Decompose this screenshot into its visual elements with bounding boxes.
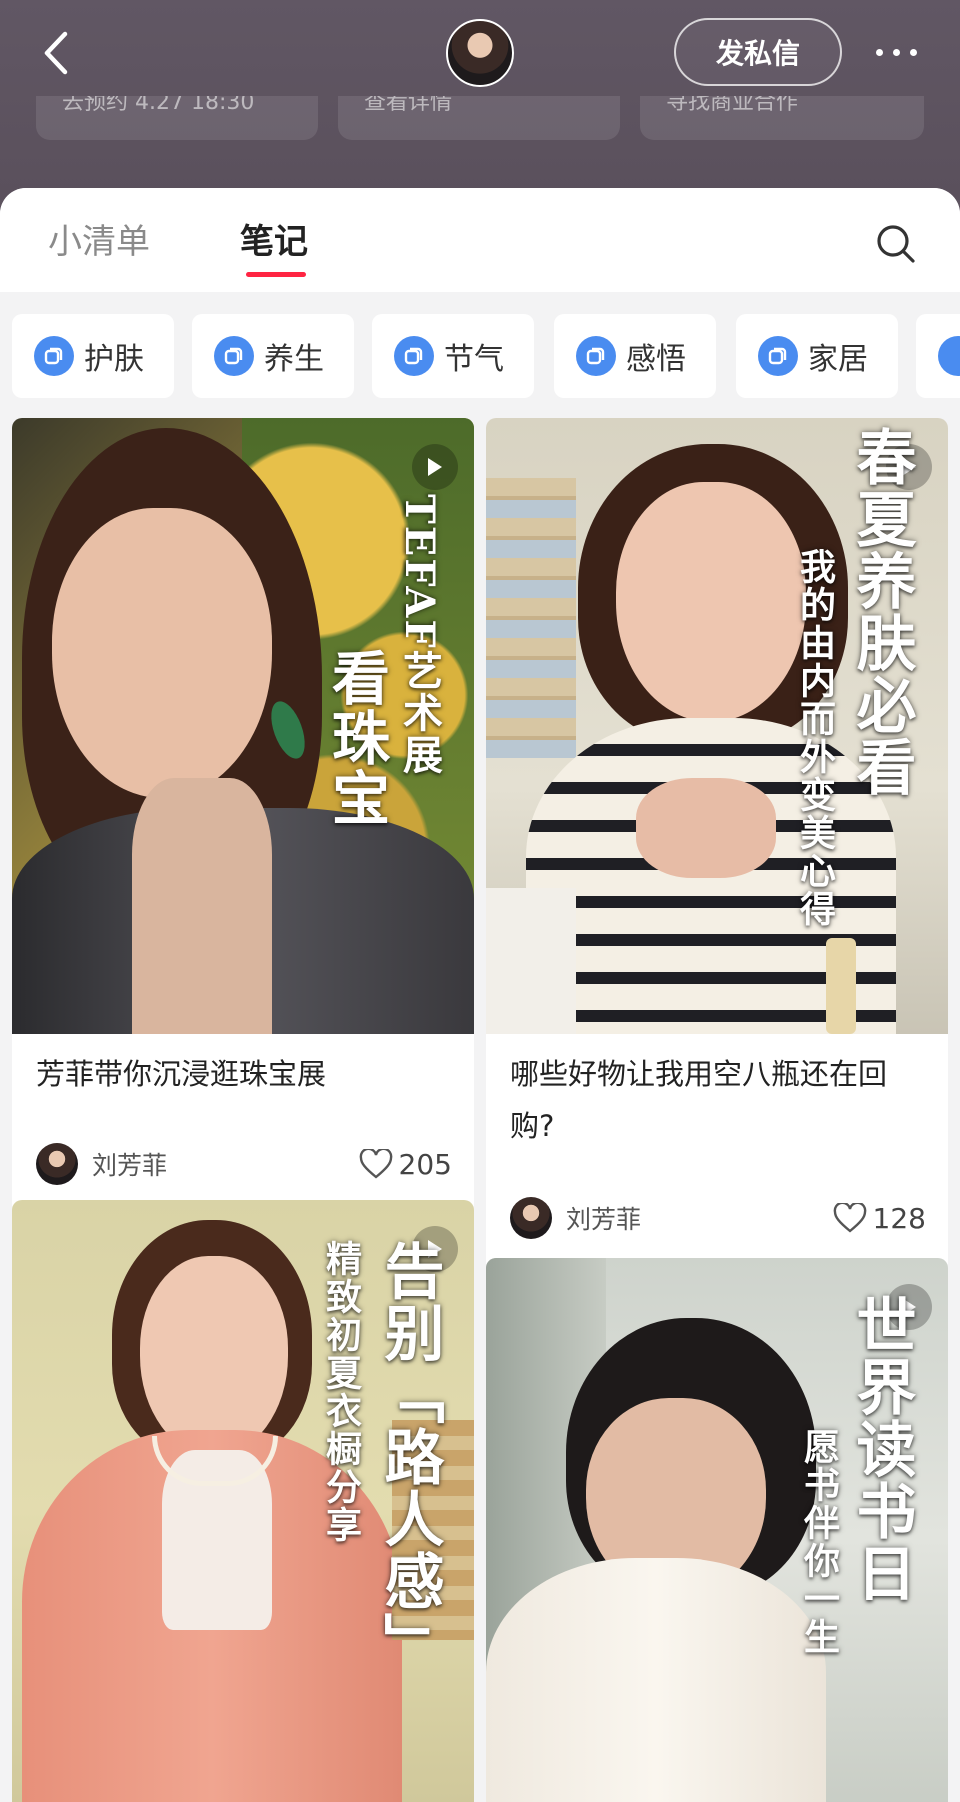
chip-reflections[interactable]: 感悟 — [554, 314, 716, 398]
note-title[interactable]: 哪些好物让我用空八瓶还在回购? — [510, 1048, 930, 1152]
search-icon — [877, 225, 915, 263]
chip-skincare[interactable]: 护肤 — [12, 314, 174, 398]
cover-subline: 愿书伴你一生 — [798, 1428, 839, 1656]
send-message-button[interactable]: 发私信 — [674, 18, 842, 86]
more-dot — [909, 48, 917, 56]
sweater-shape — [132, 778, 272, 1034]
note-card[interactable]: 告别「路人感」 精致初夏衣橱分享 — [12, 1200, 474, 1802]
author-avatar[interactable] — [36, 1143, 78, 1185]
chip-wellness[interactable]: 养生 — [192, 314, 354, 398]
video-play-icon — [412, 444, 458, 490]
face-shape — [616, 482, 806, 722]
tab-notes[interactable]: 笔记 — [240, 214, 308, 263]
cover-subline: TEFAF艺术展 — [396, 494, 443, 776]
note-card[interactable]: 春夏养肤必看 我的由内而外变美心得 哪些好物让我用空八瓶还在回购? 刘芳菲 12… — [486, 418, 948, 1272]
details-label: 查看详情 — [364, 96, 453, 115]
chip-home[interactable]: 家居 — [736, 314, 898, 398]
note-cover-image: 看珠宝 TEFAF艺术展 — [12, 418, 474, 1034]
note-footer: 刘芳菲 205 — [36, 1142, 452, 1186]
note-title[interactable]: 芳菲带你沉浸逛珠宝展 — [36, 1048, 456, 1100]
collection-icon — [938, 336, 960, 376]
like-count: 205 — [398, 1147, 452, 1181]
like-count: 128 — [872, 1201, 926, 1235]
collection-icon — [34, 336, 74, 376]
face-shape — [52, 508, 272, 798]
chip-label: 节气 — [444, 342, 504, 377]
chip-label: 护肤 — [84, 342, 144, 377]
cover-subline: 精致初夏衣橱分享 — [320, 1240, 361, 1544]
cover-headline: 看珠宝 — [322, 648, 390, 828]
chip-more[interactable] — [916, 314, 960, 398]
cover-headline: 世界读书日 — [846, 1294, 916, 1604]
shelf-shape — [486, 478, 576, 758]
note-cover-image: 告别「路人感」 精致初夏衣橱分享 — [12, 1200, 474, 1802]
like-button[interactable]: 128 — [833, 1202, 926, 1235]
booking-card[interactable]: 去预约 4.27 18:30 — [36, 96, 318, 140]
cover-headline: 告别「路人感」 — [374, 1240, 444, 1674]
more-dot — [875, 48, 883, 56]
tab-list[interactable]: 小清单 — [48, 214, 150, 263]
details-card[interactable]: 查看详情 — [338, 96, 620, 140]
author-name[interactable]: 刘芳菲 — [566, 1200, 833, 1236]
note-cover-image: 春夏养肤必看 我的由内而外变美心得 — [486, 418, 948, 1034]
more-dot — [892, 48, 900, 56]
active-tab-indicator — [246, 272, 306, 277]
chip-label: 感悟 — [626, 342, 686, 377]
note-card[interactable]: 看珠宝 TEFAF艺术展 芳菲带你沉浸逛珠宝展 刘芳菲 205 — [12, 418, 474, 1214]
collection-icon — [214, 336, 254, 376]
profile-header: 发私信 去预约 4.27 18:30 查看详情 寻找商业合作 — [0, 0, 960, 200]
note-cover-image: 世界读书日 愿书伴你一生 — [486, 1258, 948, 1802]
more-options-button[interactable] — [866, 30, 926, 74]
chevron-left-icon — [44, 31, 68, 75]
author-name[interactable]: 刘芳菲 — [92, 1146, 359, 1182]
back-button[interactable] — [36, 28, 76, 78]
avatar[interactable] — [446, 19, 514, 87]
heart-icon — [833, 1203, 866, 1233]
white-top-shape — [486, 1558, 826, 1802]
booking-label: 去预约 4.27 18:30 — [62, 96, 255, 115]
like-button[interactable]: 205 — [359, 1148, 452, 1181]
cover-subline: 我的由内而外变美心得 — [794, 548, 835, 928]
quick-actions: 去预约 4.27 18:30 查看详情 寻找商业合作 — [36, 96, 924, 140]
search-button[interactable] — [874, 222, 918, 266]
product-box-shape — [486, 888, 576, 1034]
business-card[interactable]: 寻找商业合作 — [640, 96, 924, 140]
hands-shape — [636, 778, 776, 878]
chip-label: 家居 — [808, 342, 868, 377]
note-card[interactable]: 世界读书日 愿书伴你一生 — [486, 1258, 948, 1802]
cover-headline: 春夏养肤必看 — [846, 426, 916, 798]
chip-solar-terms[interactable]: 节气 — [372, 314, 534, 398]
note-footer: 刘芳菲 128 — [510, 1196, 926, 1240]
author-avatar[interactable] — [510, 1197, 552, 1239]
collection-icon — [576, 336, 616, 376]
category-chips: 护肤 养生 节气 感悟 家居 — [0, 314, 960, 398]
heart-icon — [359, 1149, 392, 1179]
business-label: 寻找商业合作 — [666, 96, 799, 115]
content-sheet: 小清单 笔记 护肤 养生 节气 感悟 家居 看珠宝 TEFAF艺术展 芳菲带你沉… — [0, 188, 960, 1802]
tab-bar: 小清单 笔记 — [0, 188, 960, 292]
chip-label: 养生 — [264, 342, 324, 377]
face-shape — [140, 1256, 288, 1456]
collection-icon — [394, 336, 434, 376]
collection-icon — [758, 336, 798, 376]
